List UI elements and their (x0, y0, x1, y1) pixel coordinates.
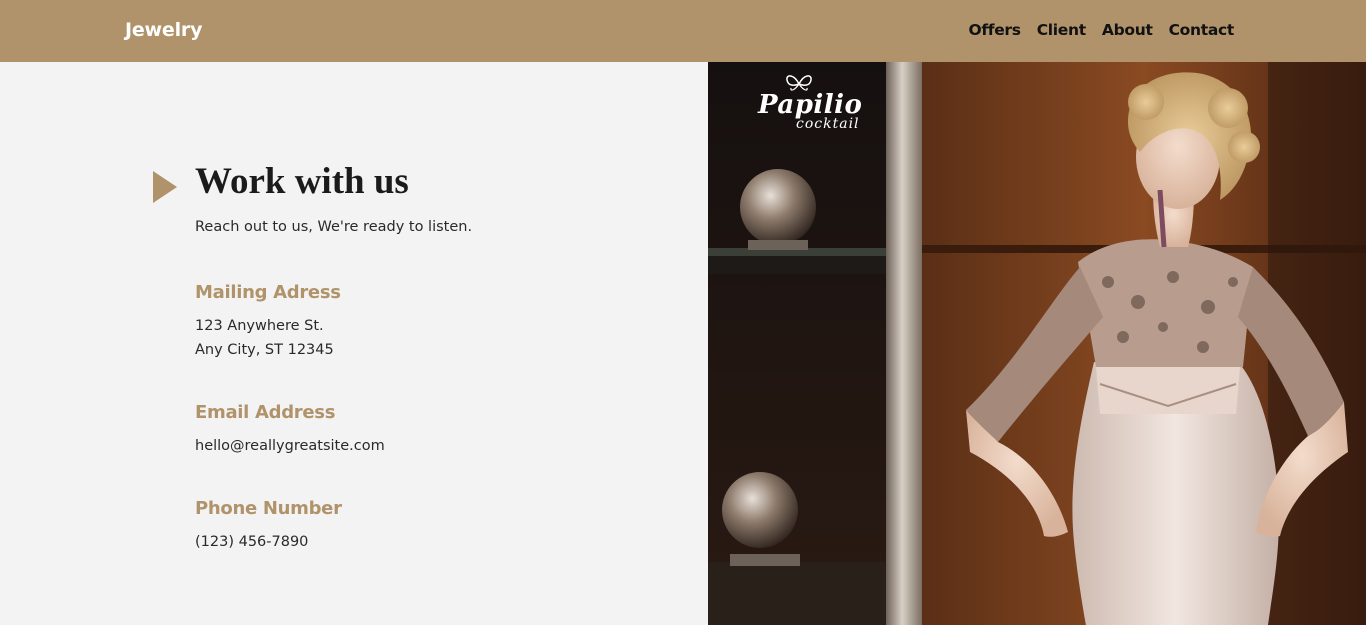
email-address-block: hello@reallygreatsite.com (195, 434, 385, 458)
page-subtitle: Reach out to us, We're ready to listen. (195, 219, 473, 235)
navbar: Jewelry Offers Client About Contact (0, 0, 1366, 62)
papilio-cocktail-logo: Papilio cocktail (754, 75, 864, 138)
address-line-2: Any City, ST 12345 (195, 342, 334, 358)
page-title: Work with us (195, 161, 409, 202)
mailing-address-block: 123 Anywhere St. Any City, ST 12345 (195, 314, 334, 362)
nav-links: Offers Client About Contact (968, 21, 1234, 39)
contact-section: Work with us Reach out to us, We're read… (0, 62, 708, 625)
brand-logo-link[interactable]: Jewelry (125, 19, 202, 41)
nav-link-client[interactable]: Client (1037, 21, 1086, 39)
email-address-heading: Email Address (195, 402, 336, 423)
play-triangle-icon (153, 171, 177, 203)
mailing-address-heading: Mailing Adress (195, 282, 341, 303)
nav-link-about[interactable]: About (1102, 21, 1153, 39)
address-line-1: 123 Anywhere St. (195, 318, 324, 334)
phone-number-heading: Phone Number (195, 498, 342, 519)
hero-photo-illustration (708, 62, 1366, 625)
email-address-value[interactable]: hello@reallygreatsite.com (195, 434, 385, 458)
nav-link-offers[interactable]: Offers (968, 21, 1021, 39)
logo-subtitle: cocktail (796, 116, 860, 132)
phone-number-value[interactable]: (123) 456-7890 (195, 530, 308, 554)
phone-number-block: (123) 456-7890 (195, 530, 308, 554)
nav-link-contact[interactable]: Contact (1169, 21, 1235, 39)
hero-image: Papilio cocktail (708, 62, 1366, 625)
